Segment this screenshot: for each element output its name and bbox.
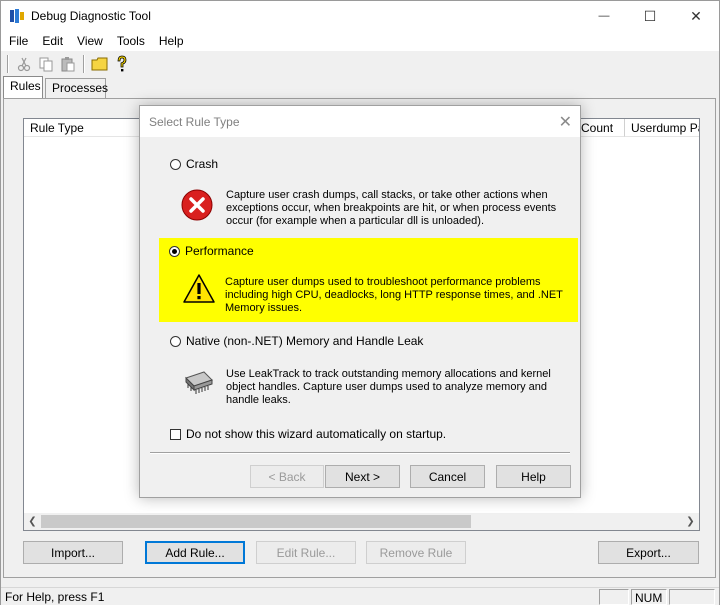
toolbar <box>1 51 719 77</box>
close-icon: ✕ <box>690 7 702 24</box>
error-icon <box>181 189 213 221</box>
menu-bar: File Edit View Tools Help <box>1 31 719 51</box>
menu-help[interactable]: Help <box>152 34 191 48</box>
option-performance[interactable]: Performance Capture user dumps used to t… <box>159 238 578 322</box>
cut-button[interactable] <box>13 53 35 75</box>
help-cursor-icon <box>117 55 127 72</box>
next-button[interactable]: Next > <box>325 465 400 488</box>
menu-file[interactable]: File <box>1 34 35 48</box>
add-rule-button[interactable]: Add Rule... <box>145 541 245 564</box>
status-help-text: For Help, press F1 <box>5 590 105 604</box>
add-rule-button-label: Add Rule... <box>165 545 225 560</box>
option-crash[interactable]: Crash Capture user crash dumps, call sta… <box>140 151 580 233</box>
option-native-leak-label[interactable]: Native (non-.NET) Memory and Handle Leak <box>186 334 423 348</box>
dialog-title-bar: Select Rule Type ✕ <box>140 106 580 137</box>
title-bar: Debug Diagnostic Tool — ☐ ✕ <box>1 1 719 31</box>
option-performance-description: Capture user dumps used to troubleshoot … <box>225 276 563 314</box>
back-button-label: < Back <box>268 469 306 484</box>
status-pane-empty-2 <box>669 589 715 605</box>
column-header-userdump-path[interactable]: Userdump Pat <box>625 119 699 137</box>
maximize-icon: ☐ <box>643 7 657 24</box>
status-bar: For Help, press F1 NUM <box>1 587 719 605</box>
close-button[interactable]: ✕ <box>673 1 719 31</box>
status-num-indicator: NUM <box>631 589 667 605</box>
context-help-button[interactable] <box>111 53 133 75</box>
dont-show-wizard-checkbox[interactable] <box>170 429 181 440</box>
scrollbar-thumb[interactable] <box>41 515 471 528</box>
status-pane-empty <box>599 589 629 605</box>
scroll-left-icon[interactable]: ❮ <box>24 513 41 530</box>
open-folder-icon <box>91 57 108 71</box>
dont-show-wizard-label[interactable]: Do not show this wizard automatically on… <box>186 427 446 441</box>
remove-rule-button[interactable]: Remove Rule <box>366 541 466 564</box>
radio-native-leak[interactable] <box>170 336 181 347</box>
tab-processes[interactable]: Processes <box>45 78 108 98</box>
menu-view[interactable]: View <box>70 34 110 48</box>
minimize-button[interactable]: — <box>581 1 627 31</box>
next-button-label: Next > <box>344 469 380 484</box>
radio-crash[interactable] <box>170 159 181 170</box>
import-button[interactable]: Import... <box>23 541 123 564</box>
remove-rule-button-label: Remove Rule <box>379 545 453 560</box>
horizontal-scrollbar[interactable]: ❮ ❯ <box>24 513 699 530</box>
warning-icon <box>183 274 215 303</box>
cancel-button[interactable]: Cancel <box>410 465 485 488</box>
dialog-separator <box>150 452 570 454</box>
menu-tools[interactable]: Tools <box>110 34 152 48</box>
paste-button[interactable] <box>57 53 79 75</box>
maximize-button[interactable]: ☐ <box>627 1 673 31</box>
export-button-label: Export... <box>626 545 671 560</box>
cut-icon <box>17 57 31 72</box>
dialog-title: Select Rule Type <box>149 115 240 129</box>
copy-button[interactable] <box>35 53 57 75</box>
copy-icon <box>39 57 53 72</box>
toolbar-separator <box>7 55 9 73</box>
paste-icon <box>61 57 75 72</box>
dialog-close-icon[interactable]: ✕ <box>559 112 572 132</box>
export-button[interactable]: Export... <box>598 541 699 564</box>
app-icon <box>10 9 24 23</box>
import-button-label: Import... <box>50 545 95 560</box>
menu-edit[interactable]: Edit <box>35 34 70 48</box>
back-button[interactable]: < Back <box>250 465 324 488</box>
toolbar-separator <box>83 55 85 73</box>
memory-chip-icon <box>185 371 213 394</box>
open-button[interactable] <box>89 53 111 75</box>
help-button-label: Help <box>521 469 546 484</box>
option-native-leak-description: Use LeakTrack to track outstanding memor… <box>226 368 551 406</box>
column-header-count[interactable]: Count <box>575 119 625 137</box>
radio-performance[interactable] <box>169 246 180 257</box>
option-crash-description: Capture user crash dumps, call stacks, o… <box>226 189 557 227</box>
window-title: Debug Diagnostic Tool <box>31 9 151 23</box>
select-rule-type-dialog: Select Rule Type ✕ Crash Capture user cr… <box>139 105 581 498</box>
tab-rules[interactable]: Rules <box>3 76 43 98</box>
help-button[interactable]: Help <box>496 465 571 488</box>
scroll-right-icon[interactable]: ❯ <box>682 513 699 530</box>
option-native-leak[interactable]: Native (non-.NET) Memory and Handle Leak… <box>140 328 580 410</box>
edit-rule-button[interactable]: Edit Rule... <box>256 541 356 564</box>
option-crash-label[interactable]: Crash <box>186 157 218 171</box>
minimize-icon: — <box>598 10 610 22</box>
option-performance-label[interactable]: Performance <box>185 244 254 258</box>
cancel-button-label: Cancel <box>428 469 467 484</box>
edit-rule-button-label: Edit Rule... <box>276 545 336 560</box>
